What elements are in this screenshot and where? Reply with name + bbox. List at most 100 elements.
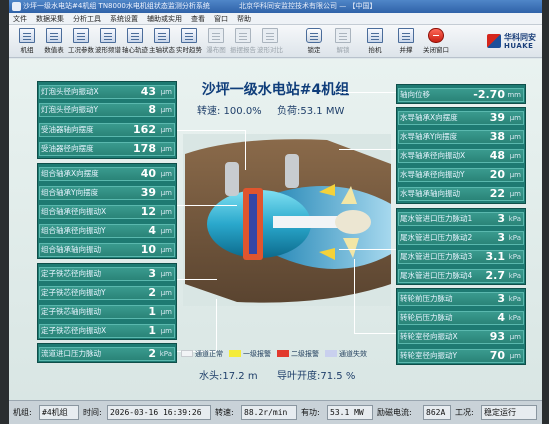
channel-row[interactable]: 转轮室径向振动X 93 μm [397,329,525,345]
realtime-trend-button[interactable]: 实时趋势 [175,27,203,56]
channel-value: 178 [133,142,156,155]
channel-name: 受油器径向摆度 [41,144,94,153]
menu-data-acquisition[interactable]: 数据采集 [36,13,64,24]
channel-value: -2.70 [473,88,505,101]
channel-row[interactable]: 灯泡头径向振动Y 8 μm [38,102,176,118]
channel-row[interactable]: 定子铁芯径向振动X 1 μm [38,323,176,339]
channel-row[interactable]: 尾水管进口压力脉动4 2.7 kPa [397,268,525,284]
brace-button[interactable]: 并撑 [392,27,420,56]
channel-row[interactable]: 尾水管进口压力脉动1 3 kPa [397,211,525,227]
channel-row[interactable]: 组合轴承径向振动X 12 μm [38,204,176,220]
inlet-pipe-left [225,162,239,196]
channel-name: 组合轴承径向振动Y [41,226,106,235]
channel-row[interactable]: 水导轴承X向摆度 39 μm [397,110,525,126]
close-window-button[interactable]: 关闭窗口 [419,27,453,56]
channel-row[interactable]: 流道进口压力脉动 2 kPa [38,346,176,362]
leader-line [245,130,246,170]
status-mode-label: 工况: [455,408,474,417]
spectrum-icon [100,28,116,43]
status-time-value: 2026-03-16 16:39:26 [107,405,211,420]
channel-row[interactable]: 组合轴承X向摆度 40 μm [38,166,176,182]
channel-unit: kPa [508,215,521,223]
channel-value: 3 [497,231,505,244]
channel-value: 43 [140,85,156,98]
menu-file[interactable]: 文件 [13,13,27,24]
menu-analysis-tools[interactable]: 分析工具 [73,13,101,24]
waveform-compare-button[interactable]: 波形对比 [256,27,284,56]
leader-line [177,279,217,280]
channel-row[interactable]: 定子铁芯轴向振动 1 μm [38,304,176,320]
channel-row[interactable]: 定子铁芯径向振动 3 μm [38,266,176,282]
channel-row[interactable]: 受油器径向摆度 178 μm [38,141,176,157]
lift-button[interactable]: 抬机 [361,27,389,56]
rotor-core [249,194,257,254]
channel-name: 转轮室径向振动Y [400,351,458,360]
channel-value: 2 [148,286,156,299]
channel-row[interactable]: 水导轴承轴向振动 22 μm [397,186,525,202]
menu-utilities[interactable]: 辅助或实用 [147,13,182,24]
status-excitation-label: 励磁电流: [377,408,412,417]
main-shaft-status-button[interactable]: 主轴状态 [148,27,176,56]
speed-readout: 转速: 100.0% [197,106,262,117]
channel-value: 3 [497,212,505,225]
channel-unit: μm [160,170,172,178]
status-excitation-value: 862A [423,405,451,420]
right-group-draft-tube: 尾水管进口压力脉动1 3 kPa 尾水管进口压力脉动2 3 kPa 尾水管进口压力脉动3… [396,208,526,285]
waterfall-button[interactable]: 瀑布图 [202,27,230,56]
channel-row[interactable]: 定子铁芯径向振动Y 2 μm [38,285,176,301]
channel-row[interactable]: 转轮室径向振动Y 70 μm [397,348,525,364]
shaft-orbit-button[interactable]: 轴心轨迹 [121,27,149,56]
operating-params-button[interactable]: 工况参数 [67,27,95,56]
menu-window[interactable]: 窗口 [214,13,228,24]
monitor-view: 沙坪一级水电站#4机组 转速: 100.0% 负荷:53.1 MW 灯泡头径向振… [9,59,542,400]
channel-row[interactable]: 灯泡头径向振动X 43 μm [38,84,176,100]
channel-row[interactable]: 轴向位移 -2.70 mm [397,87,525,103]
channel-name: 尾水管进口压力脉动3 [400,252,473,261]
vibration-report-button[interactable]: 振摆报告 [229,27,257,56]
channel-unit: μm [509,171,521,179]
menu-system-settings[interactable]: 系统设置 [110,13,138,24]
right-group-axial: 轴向位移 -2.70 mm [396,84,526,104]
channel-name: 组合轴承Y向摆度 [41,188,99,197]
channel-name: 受油器轴向摆度 [41,125,94,134]
channel-row[interactable]: 组合轴承Y向摆度 39 μm [38,185,176,201]
channel-row[interactable]: 水导轴承Y向摆度 38 μm [397,129,525,145]
runner-hub [335,210,371,234]
status-speed-value: 88.2r/min [241,405,297,420]
brand-name-en: HUAKE [504,41,534,50]
channel-value: 4 [148,224,156,237]
channel-row[interactable]: 组合轴承径向振动Y 4 μm [38,223,176,239]
channel-row[interactable]: 受油器轴向摆度 162 μm [38,122,176,138]
lock-button[interactable]: 锁定 [300,27,328,56]
orbit-icon [127,28,143,43]
channel-name: 轴向位移 [400,90,430,99]
right-group-water-guide: 水导轴承X向摆度 39 μm 水导轴承Y向摆度 38 μm 水导轴承径向振动X 48 μm … [396,107,526,204]
channel-row[interactable]: 尾水管进口压力脉动3 3.1 kPa [397,249,525,265]
channel-unit: mm [507,91,521,99]
channel-unit: μm [509,333,521,341]
status-power-value: 53.1 MW [327,405,373,420]
channel-row[interactable]: 组合轴承轴向振动 10 μm [38,242,176,258]
channel-value: 3 [148,267,156,280]
menu-view[interactable]: 查看 [191,13,205,24]
waveform-spectrum-button[interactable]: 波形频谱 [94,27,122,56]
unlock-button[interactable]: 解锁 [329,27,357,56]
waterfall-icon [208,28,224,43]
menu-help[interactable]: 帮助 [237,13,251,24]
unit-button[interactable]: 机组 [13,27,41,56]
report-icon [235,28,251,43]
channel-row[interactable]: 转轮后压力脉动 4 kPa [397,310,525,326]
channel-row[interactable]: 转轮前压力脉动 3 kPa [397,291,525,307]
channel-value: 3 [497,292,505,305]
toolbar: 机组 数值表 工况参数 波形频谱 轴心轨迹 主轴状态 实时趋势 瀑布图 振摆报告… [9,25,542,58]
channel-row[interactable]: 尾水管进口压力脉动2 3 kPa [397,230,525,246]
channel-row[interactable]: 水导轴承径向振动X 48 μm [397,148,525,164]
value-table-button[interactable]: 数值表 [40,27,68,56]
channel-name: 转轮室径向振动X [400,332,458,341]
channel-name: 转轮后压力脉动 [400,313,453,322]
channel-unit: μm [160,189,172,197]
channel-row[interactable]: 水导轴承径向振动Y 20 μm [397,167,525,183]
compare-icon [262,28,278,43]
brand-logo: 华科同安 HUAKE [487,31,536,51]
right-group-runner: 转轮前压力脉动 3 kPa 转轮后压力脉动 4 kPa 转轮室径向振动X 93 μm 转轮室… [396,288,526,365]
